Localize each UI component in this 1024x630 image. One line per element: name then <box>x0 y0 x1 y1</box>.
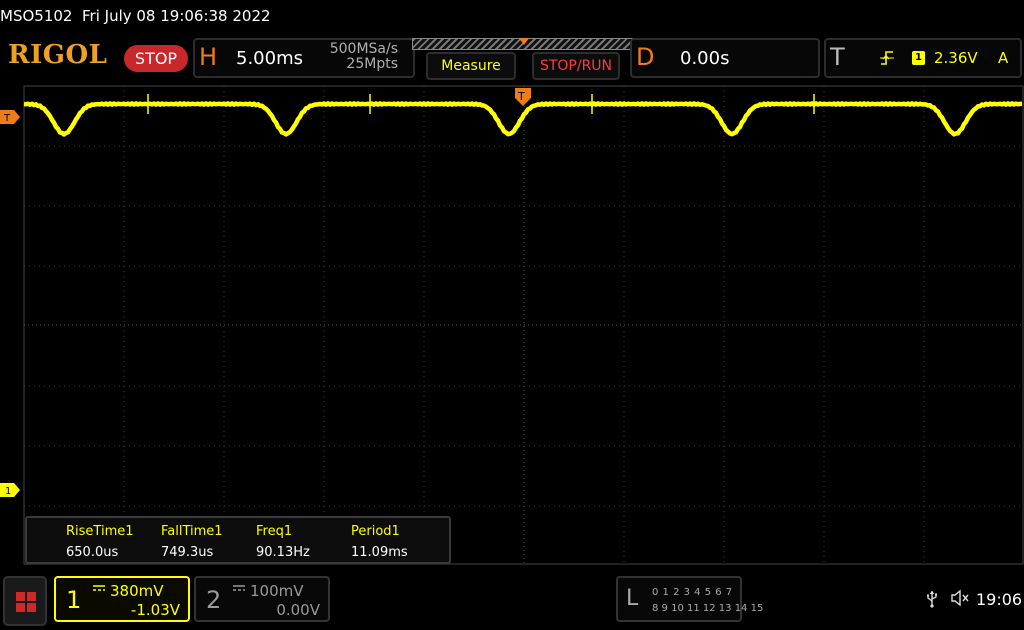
ch1-ground-marker[interactable]: 1 <box>0 483 20 497</box>
delay-letter: D <box>636 43 655 71</box>
usb-icon <box>926 590 938 612</box>
channel-2-settings[interactable]: 2 100mV 0.00V <box>194 576 330 622</box>
ch1-trace <box>23 101 1023 137</box>
measurement-name: Freq1 <box>256 524 293 539</box>
measurement-name: Period1 <box>351 524 400 539</box>
logic-letter: L <box>626 586 639 611</box>
logic-analyzer-settings[interactable]: L 0 1 2 3 4 5 6 7 8 9 10 11 12 13 14 15 <box>616 576 763 622</box>
measurement-item[interactable]: Freq1 90.13Hz <box>256 524 310 560</box>
horizontal-letter: H <box>199 43 218 71</box>
sample-rate: 500MSa/s <box>329 41 398 57</box>
grid-menu-icon <box>16 592 36 612</box>
ch1-ground-marker-label: 1 <box>5 486 11 497</box>
datetime: Fri July 08 19:06:38 2022 <box>82 7 271 25</box>
home-menu-button[interactable] <box>3 576 47 626</box>
model-name: MSO5102 <box>0 7 73 25</box>
run-state-badge[interactable]: STOP <box>124 45 188 72</box>
timebase-value: 5.00ms <box>236 48 303 69</box>
measurement-item[interactable]: FallTime1 749.3us <box>161 524 223 560</box>
rigol-logo: RIGOL <box>8 40 108 70</box>
trigger-level-marker-label: T <box>3 113 11 124</box>
dc-coupling-icon <box>232 581 246 595</box>
measurement-item[interactable]: Period1 11.09ms <box>351 524 408 560</box>
dc-coupling-icon <box>92 581 106 595</box>
trigger-time-marker-label: T <box>517 90 525 103</box>
measurement-value: 749.3us <box>161 545 214 560</box>
rising-edge-icon <box>880 50 894 70</box>
channel-1-offset: -1.03V <box>130 601 180 619</box>
trigger-time-marker[interactable]: T <box>515 88 531 106</box>
logic-channels-row-1: 0 1 2 3 4 5 6 7 <box>652 587 733 598</box>
measure-button[interactable]: Measure <box>426 52 516 80</box>
memory-depth: 25Mpts <box>346 56 398 72</box>
channel-2-number: 2 <box>206 586 222 614</box>
speaker-muted-icon[interactable] <box>950 589 970 612</box>
status-line: MSO5102 Fri July 08 19:06:38 2022 <box>0 0 271 32</box>
channel-1-number: 1 <box>66 586 82 614</box>
waveform-display[interactable]: T 1 T <box>0 84 1024 566</box>
channel-2-scale: 100mV <box>250 582 304 600</box>
measurement-value: 650.0us <box>66 545 119 560</box>
trigger-letter: T <box>830 43 845 71</box>
measurement-item[interactable]: RiseTime1 650.0us <box>66 524 134 560</box>
trigger-mode: A <box>998 49 1009 67</box>
delay-value: 0.00s <box>680 48 730 69</box>
measurement-name: RiseTime1 <box>66 524 134 539</box>
measurement-name: FallTime1 <box>161 524 223 539</box>
stop-run-button[interactable]: STOP/RUN <box>532 52 620 80</box>
logic-channels-row-2: 8 9 10 11 12 13 14 15 <box>652 603 764 614</box>
trigger-level: 2.36V <box>934 49 978 67</box>
trigger-position-marker <box>519 38 529 45</box>
measurement-panel[interactable]: RiseTime1 650.0us FallTime1 749.3us Freq… <box>25 516 451 564</box>
channel-2-offset: 0.00V <box>276 601 320 619</box>
trigger-level-marker[interactable]: T <box>0 110 20 124</box>
trigger-source-badge: 1 <box>912 51 925 65</box>
measurement-value: 11.09ms <box>351 545 408 560</box>
channel-1-scale: 380mV <box>110 582 164 600</box>
system-clock: 19:06 <box>976 590 1023 609</box>
measurement-value: 90.13Hz <box>256 545 310 560</box>
channel-1-settings[interactable]: 1 380mV -1.03V <box>54 576 190 622</box>
